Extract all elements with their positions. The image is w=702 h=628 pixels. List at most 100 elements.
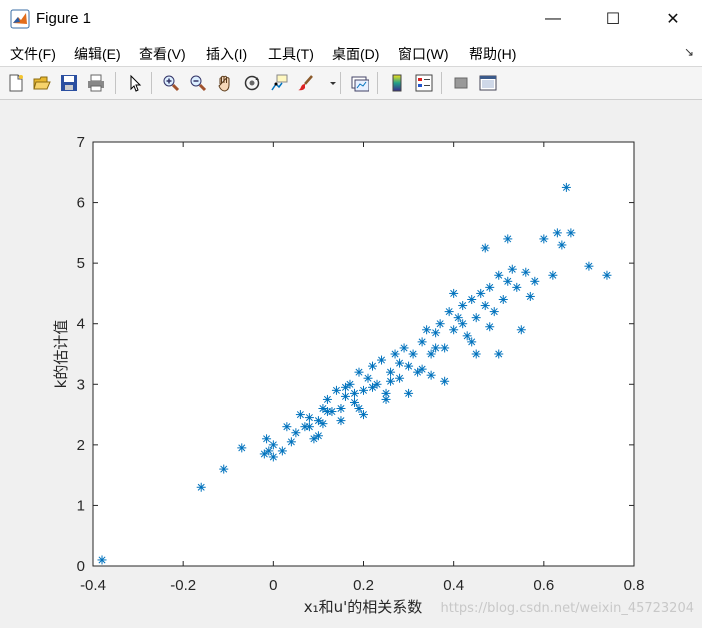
scatter-point[interactable] [467,337,477,347]
scatter-point[interactable] [196,482,206,492]
scatter-point[interactable] [349,397,359,407]
scatter-point[interactable] [322,407,332,417]
new-figure-icon[interactable] [5,72,27,94]
scatter-point[interactable] [485,282,495,292]
scatter-point[interactable] [304,422,314,432]
scatter-point[interactable] [417,337,427,347]
menu-window[interactable]: 窗口(W) [398,44,449,64]
zoom-out-icon[interactable] [187,72,209,94]
scatter-point[interactable] [340,382,350,392]
scatter-point[interactable] [354,367,364,377]
scatter-point[interactable] [489,307,499,317]
scatter-point[interactable] [363,373,373,383]
scatter-point[interactable] [417,364,427,374]
menu-desktop[interactable]: 桌面(D) [332,44,379,64]
scatter-point[interactable] [498,294,508,304]
scatter-point[interactable] [435,319,445,329]
zoom-in-icon[interactable] [160,72,182,94]
save-icon[interactable] [58,72,80,94]
scatter-point[interactable] [449,325,459,335]
rotate-3d-icon[interactable] [241,72,263,94]
pointer-icon[interactable] [124,72,146,94]
menu-file[interactable]: 文件(F) [10,44,56,64]
link-plot-icon[interactable] [349,72,371,94]
scatter-point[interactable] [313,431,323,441]
scatter-point[interactable] [404,361,414,371]
scatter-point[interactable] [368,382,378,392]
scatter-point[interactable] [331,385,341,395]
x-tick-label: 0 [269,577,277,594]
pan-icon[interactable] [214,72,236,94]
menu-help[interactable]: 帮助(H) [469,44,516,64]
scatter-point[interactable] [390,349,400,359]
scatter-point[interactable] [503,234,513,244]
scatter-point[interactable] [219,464,229,474]
scatter-point[interactable] [282,422,292,432]
scatter-point[interactable] [552,228,562,238]
scatter-point[interactable] [422,325,432,335]
minimize-button[interactable]: — [530,0,576,38]
scatter-point[interactable] [458,301,468,311]
colorbar-icon[interactable] [386,72,408,94]
scatter-point[interactable] [480,243,490,253]
scatter-point[interactable] [440,376,450,386]
scatter-point[interactable] [237,443,247,453]
menu-overflow-icon[interactable]: ↘ [684,45,694,59]
scatter-point[interactable] [395,373,405,383]
scatter-point[interactable] [268,440,278,450]
scatter-point[interactable] [431,328,441,338]
scatter-point[interactable] [408,349,418,359]
menu-edit[interactable]: 编辑(E) [74,44,121,64]
scatter-point[interactable] [377,355,387,365]
menu-tools[interactable]: 工具(T) [268,44,314,64]
axes-box[interactable] [92,141,635,567]
scatter-point[interactable] [467,294,477,304]
scatter-point[interactable] [458,319,468,329]
scatter-point[interactable] [494,270,504,280]
scatter-point[interactable] [480,301,490,311]
scatter-point[interactable] [318,419,328,429]
scatter-point[interactable] [404,388,414,398]
data-cursor-icon[interactable] [268,72,290,94]
show-plot-tools-icon[interactable] [477,72,499,94]
scatter-point[interactable] [368,361,378,371]
menu-insert[interactable]: 插入(I) [206,44,247,64]
scatter-point[interactable] [349,388,359,398]
scatter-point[interactable] [359,410,368,420]
scatter-point[interactable] [336,404,346,414]
scatter-point[interactable] [485,322,495,332]
x-tick-label: -0.4 [80,577,106,594]
print-icon[interactable] [85,72,107,94]
scatter-point[interactable] [264,446,274,456]
scatter-point[interactable] [268,452,278,462]
scatter-point[interactable] [286,437,296,447]
hide-plot-tools-icon[interactable] [450,72,472,94]
scatter-point[interactable] [471,349,481,359]
scatter-point[interactable] [291,428,301,438]
scatter-point[interactable] [386,376,396,386]
scatter-point[interactable] [494,349,504,359]
menu-view[interactable]: 查看(V) [139,44,186,64]
scatter-point[interactable] [426,349,436,359]
scatter-point[interactable] [381,394,391,404]
scatter-point[interactable] [277,446,287,456]
scatter-point[interactable] [262,434,272,444]
close-button[interactable]: ✕ [650,0,696,38]
scatter-point[interactable] [395,358,405,368]
legend-icon[interactable] [413,72,435,94]
scatter-point[interactable] [336,416,346,426]
open-file-icon[interactable] [31,72,53,94]
scatter-point[interactable] [561,182,571,192]
scatter-point[interactable] [354,404,364,414]
maximize-button[interactable]: ☐ [590,0,636,38]
scatter-point[interactable] [386,367,396,377]
scatter-point[interactable] [340,391,350,401]
scatter-point[interactable] [426,370,436,380]
scatter-point[interactable] [444,307,454,317]
x-axis-label: x₁和u'的相关系数 [304,598,423,616]
brush-icon[interactable] [295,72,317,94]
scatter-point[interactable] [322,394,332,404]
scatter-point[interactable] [304,413,314,423]
scatter-point[interactable] [359,385,368,395]
scatter-point[interactable] [295,410,305,420]
